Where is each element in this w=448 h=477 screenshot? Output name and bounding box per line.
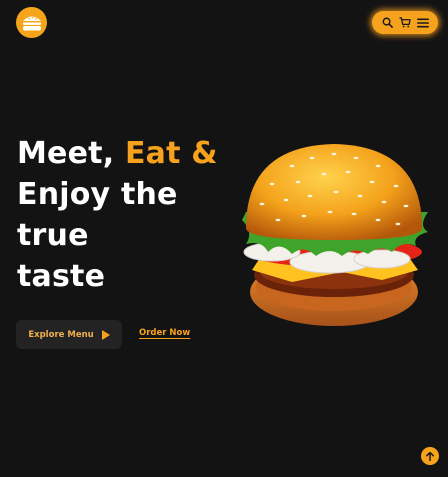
order-now-link[interactable]: Order Now	[139, 328, 190, 338]
explore-menu-button[interactable]: Explore Menu	[16, 320, 122, 349]
hero-title-line2: Enjoy the	[17, 177, 178, 212]
hero-title-line3: true	[17, 218, 89, 253]
hero-title-accent: Eat &	[124, 136, 218, 171]
explore-menu-label: Explore Menu	[28, 329, 94, 340]
burger-image	[242, 144, 428, 326]
cart-icon[interactable]	[398, 16, 412, 30]
logo[interactable]	[16, 7, 47, 38]
play-icon	[101, 329, 110, 340]
search-icon[interactable]	[380, 16, 394, 30]
hero-title: Meet, Eat & Enjoy the true taste	[17, 133, 247, 297]
scroll-top-button[interactable]	[421, 447, 439, 465]
hero-title-line4: taste	[17, 259, 106, 294]
arrow-up-icon	[426, 451, 434, 461]
burger-logo-icon	[22, 16, 41, 30]
hero-title-plain: Meet,	[17, 136, 125, 171]
menu-icon[interactable]	[416, 16, 430, 30]
nav-actions	[372, 11, 438, 34]
